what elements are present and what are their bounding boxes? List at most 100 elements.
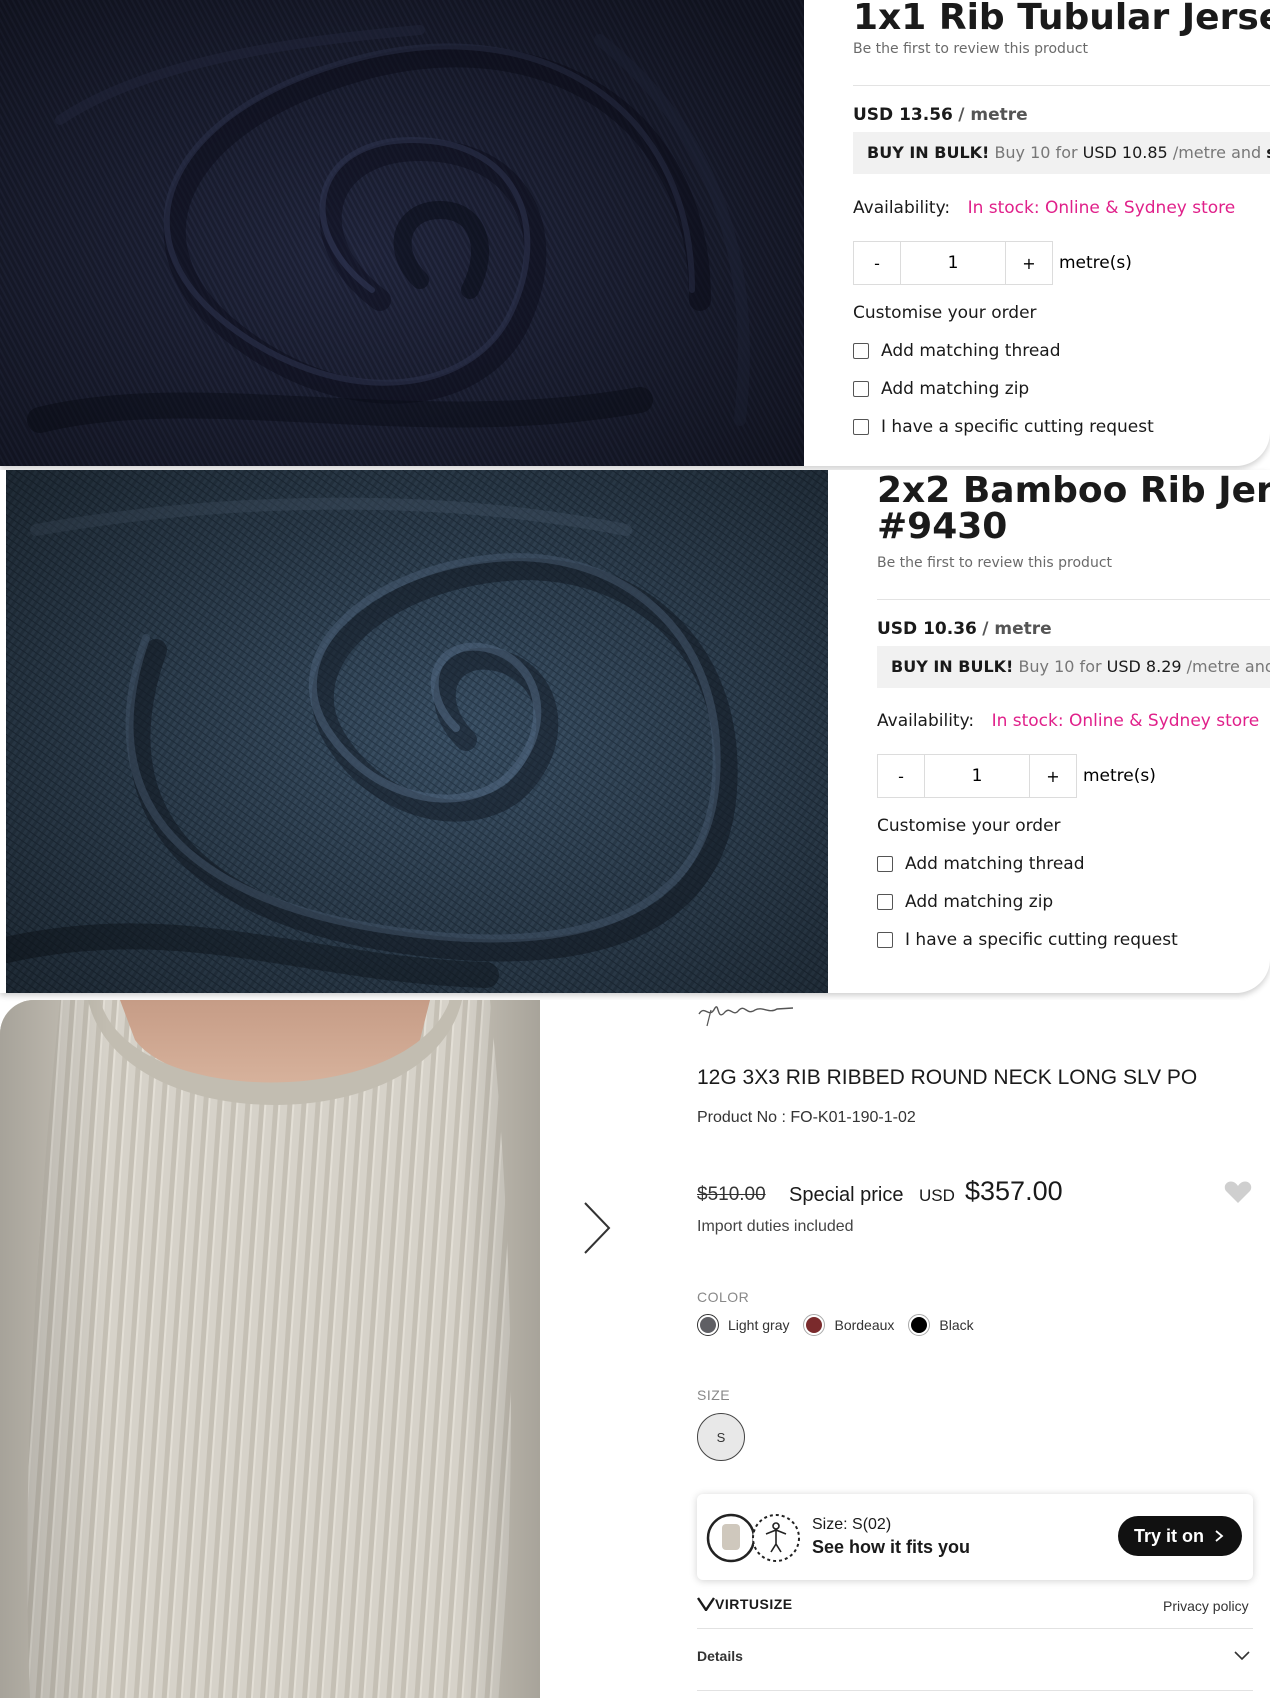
color-swatch[interactable] xyxy=(697,1314,719,1336)
divider xyxy=(853,85,1270,86)
option-label: Add matching thread xyxy=(881,341,1061,361)
bulk-cut-text: sa xyxy=(1266,143,1270,162)
product-image-slate-rib-fabric[interactable] xyxy=(0,470,828,993)
divider xyxy=(877,599,1270,600)
review-link[interactable]: Be the first to review this product xyxy=(853,41,1088,57)
try-it-on-button[interactable]: Try it on xyxy=(1118,1516,1242,1556)
quantity-stepper: - 1 + metre(s) xyxy=(877,753,1156,799)
review-link[interactable]: Be the first to review this product xyxy=(877,555,1112,571)
qty-increase-button[interactable]: + xyxy=(1029,754,1077,798)
bulk-text: Buy 10 for xyxy=(994,143,1078,162)
customise-options: Add matching thread Add matching zip I h… xyxy=(877,845,1178,959)
price-value: USD 10.36 xyxy=(877,619,977,639)
availability-label: Availability: xyxy=(877,711,975,731)
heart-icon[interactable] xyxy=(1224,1180,1252,1204)
fabric-swirl-graphic xyxy=(0,470,828,993)
availability-label: Availability: xyxy=(853,198,951,218)
color-swatch[interactable] xyxy=(803,1314,826,1336)
product-card-bamboo-rib-jersey: 2x2 Bamboo Rib Jersey #9430 Be the first… xyxy=(0,470,1270,993)
price: USD 10.36 / metre xyxy=(877,619,1052,639)
qty-decrease-button[interactable]: - xyxy=(877,754,925,798)
product-number: Product No : FO-K01-190-1-02 xyxy=(697,1109,916,1126)
brand-signature-logo xyxy=(698,1006,794,1027)
virtusize-cta-text: See how it fits you xyxy=(812,1537,971,1557)
price: USD 13.56 / metre xyxy=(853,105,1028,125)
availability-status: In stock: Online & Sydney store xyxy=(991,711,1260,731)
color-option-light-gray[interactable]: Light gray xyxy=(697,1314,789,1336)
option-matching-thread[interactable]: Add matching thread xyxy=(853,332,1154,370)
virtusize-widget: Size: S(02) See how it fits you Try it o… xyxy=(697,1494,1253,1580)
price-value: USD 13.56 xyxy=(853,105,953,125)
original-price: $510.00 xyxy=(697,1184,766,1205)
option-label: Add matching zip xyxy=(881,379,1030,399)
privacy-policy-link[interactable]: Privacy policy xyxy=(1163,1598,1249,1614)
color-swatch[interactable] xyxy=(908,1314,931,1336)
checkbox[interactable] xyxy=(877,932,893,948)
duties-note: Import duties included xyxy=(697,1218,854,1235)
special-price-currency: USD xyxy=(919,1186,955,1205)
virtusize-avatar-icons xyxy=(706,1513,800,1563)
divider xyxy=(697,1628,1253,1629)
bulk-offer-banner: BUY IN BULK! Buy 10 for USD 8.29 /metre … xyxy=(877,646,1270,688)
bulk-price: USD 8.29 xyxy=(1106,657,1182,676)
checkbox[interactable] xyxy=(853,343,869,359)
product-title: 1x1 Rib Tubular Jersey- V xyxy=(853,0,1270,38)
checkbox[interactable] xyxy=(853,381,869,397)
option-cutting-request[interactable]: I have a specific cutting request xyxy=(853,408,1154,446)
bulk-label: BUY IN BULK! xyxy=(891,657,1014,676)
price-unit: / metre xyxy=(958,105,1028,125)
qty-unit: metre(s) xyxy=(1083,766,1156,786)
color-options: Light gray Bordeaux Black xyxy=(697,1314,988,1336)
product-title: 2x2 Bamboo Rib Jersey xyxy=(877,470,1270,511)
option-label: I have a specific cutting request xyxy=(905,930,1178,950)
color-label: COLOR xyxy=(697,1289,750,1305)
option-matching-zip[interactable]: Add matching zip xyxy=(853,370,1154,408)
virtusize-size: Size: S(02) xyxy=(812,1516,892,1533)
color-option-bordeaux[interactable]: Bordeaux xyxy=(803,1314,894,1336)
chevron-down-icon[interactable] xyxy=(1233,1650,1251,1662)
swatch-fill xyxy=(911,1317,928,1333)
quantity-stepper: - 1 + metre(s) xyxy=(853,240,1132,286)
qty-increase-button[interactable]: + xyxy=(1005,241,1053,285)
divider xyxy=(697,1690,1253,1691)
bulk-label: BUY IN BULK! xyxy=(867,143,990,162)
bulk-suffix: /metre and xyxy=(1186,657,1270,676)
qty-input[interactable]: 1 xyxy=(925,754,1029,798)
virtusize-v-icon xyxy=(697,1597,715,1611)
color-option-black[interactable]: Black xyxy=(908,1314,974,1336)
option-cutting-request[interactable]: I have a specific cutting request xyxy=(877,921,1178,959)
chevron-right-icon xyxy=(1215,1530,1224,1542)
bulk-price: USD 10.85 xyxy=(1082,143,1168,162)
checkbox[interactable] xyxy=(877,856,893,872)
product-card-rib-tubular-jersey: 1x1 Rib Tubular Jersey- V Be the first t… xyxy=(0,0,1270,466)
bulk-offer-banner: BUY IN BULK! Buy 10 for USD 10.85 /metre… xyxy=(853,132,1270,174)
chevron-right-icon[interactable] xyxy=(582,1200,612,1256)
product-image-navy-rib-fabric[interactable] xyxy=(0,0,804,466)
try-it-on-label: Try it on xyxy=(1133,1525,1204,1546)
qty-decrease-button[interactable]: - xyxy=(853,241,901,285)
special-price-value: $357.00 xyxy=(965,1176,1063,1206)
option-label: Add matching thread xyxy=(905,854,1085,874)
checkbox[interactable] xyxy=(853,419,869,435)
color-name: Bordeaux xyxy=(834,1317,895,1333)
size-option-s[interactable]: S xyxy=(697,1413,745,1461)
price-unit: / metre xyxy=(982,619,1052,639)
checkbox[interactable] xyxy=(877,894,893,910)
swatch-fill xyxy=(700,1317,716,1333)
fabric-swirl-graphic xyxy=(0,0,804,466)
availability: Availability: In stock: Online & Sydney … xyxy=(853,198,1235,218)
sweater-graphic xyxy=(0,1000,540,1698)
qty-input[interactable]: 1 xyxy=(901,241,1005,285)
customise-heading: Customise your order xyxy=(853,303,1037,323)
option-matching-thread[interactable]: Add matching thread xyxy=(877,845,1178,883)
product-card-ribbed-sweater: 12G 3X3 RIB RIBBED ROUND NECK LONG SLV P… xyxy=(0,1000,1270,1698)
details-accordion-label[interactable]: Details xyxy=(697,1648,743,1664)
virtusize-logo: VIRTUSIZE xyxy=(697,1596,793,1612)
option-matching-zip[interactable]: Add matching zip xyxy=(877,883,1178,921)
product-title: 12G 3X3 RIB RIBBED ROUND NECK LONG SLV P… xyxy=(697,1066,1198,1089)
product-sku: #9430 xyxy=(877,506,1008,547)
bulk-suffix: /metre and xyxy=(1172,143,1262,162)
product-image-ribbed-sweater[interactable] xyxy=(0,1000,540,1698)
customise-options: Add matching thread Add matching zip I h… xyxy=(853,332,1154,446)
availability-status: In stock: Online & Sydney store xyxy=(967,198,1236,218)
